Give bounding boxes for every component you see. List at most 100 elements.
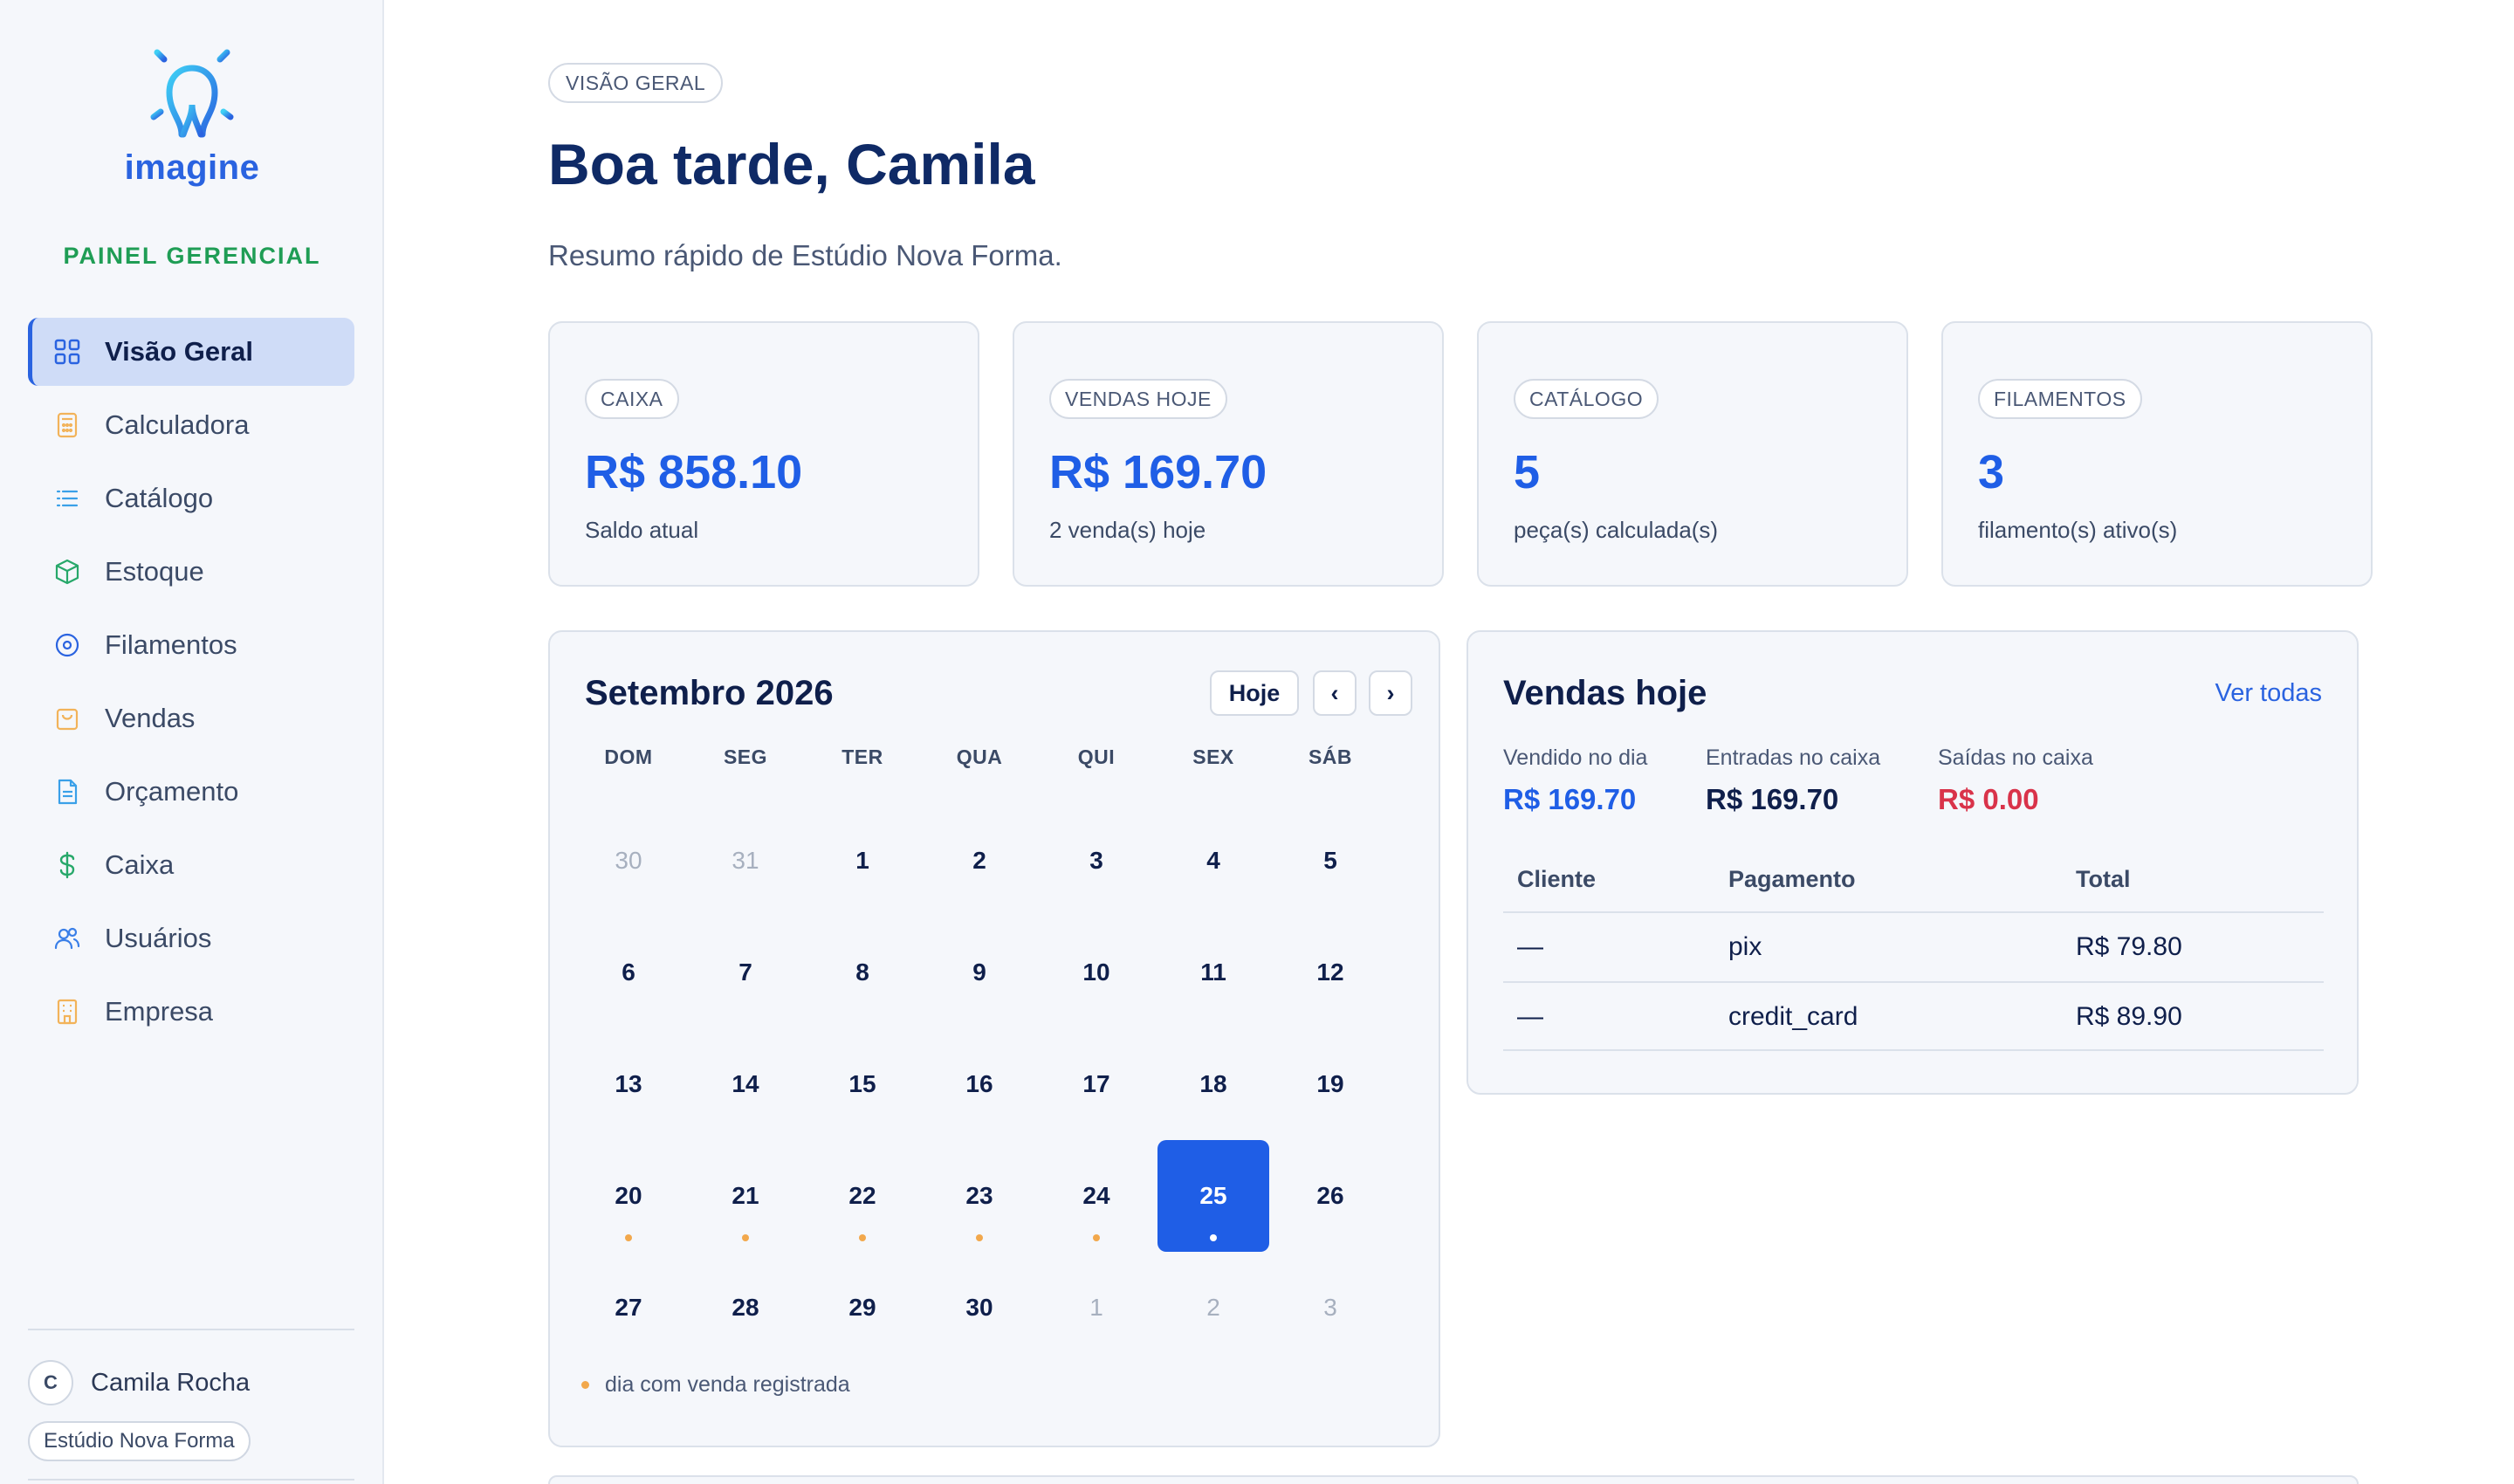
sidebar-item-label: Orçamento xyxy=(105,776,239,807)
user-profile[interactable]: C Camila Rocha xyxy=(28,1360,250,1405)
user-name: Camila Rocha xyxy=(91,1368,251,1397)
stat-chip: CATÁLOGO xyxy=(1514,379,1659,419)
sidebar-bottom-edge xyxy=(28,1479,354,1481)
brand-logo[interactable]: imagine xyxy=(0,31,384,188)
calendar-day[interactable]: 15 xyxy=(807,1028,918,1140)
calendar-day-today[interactable]: 25 xyxy=(1157,1140,1269,1252)
day-number: 26 xyxy=(1316,1182,1344,1209)
day-number: 4 xyxy=(1206,847,1220,874)
weekday-header: QUA xyxy=(956,745,1003,768)
day-number: 18 xyxy=(1199,1070,1227,1097)
sidebar-item-visao-geral[interactable]: Visão Geral xyxy=(28,318,354,386)
column-header-cliente: Cliente xyxy=(1517,866,1597,892)
calendar-day[interactable]: 5 xyxy=(1274,805,1386,917)
sale-dot-icon xyxy=(859,1234,866,1241)
table-row[interactable]: — credit_card R$ 89.90 xyxy=(1503,981,2324,1049)
sale-dot-icon xyxy=(625,1234,632,1241)
kpi-value: R$ 169.70 xyxy=(1503,783,1637,815)
calendar-day[interactable]: 2 xyxy=(1157,1252,1269,1364)
next-month-button[interactable]: › xyxy=(1369,670,1412,716)
sidebar-item-usuarios[interactable]: Usuários xyxy=(28,904,354,972)
page-title: Boa tarde, Camila xyxy=(548,132,1035,196)
sidebar-item-label: Usuários xyxy=(105,923,212,953)
sales-today-title: Vendas hoje xyxy=(1503,674,1707,712)
calendar-day[interactable]: 9 xyxy=(924,917,1035,1028)
sale-dot-icon xyxy=(1210,1234,1217,1241)
calendar-day[interactable]: 23 xyxy=(924,1140,1035,1252)
stat-description: peça(s) calculada(s) xyxy=(1514,517,1719,543)
next-card-edge xyxy=(548,1475,2359,1484)
see-all-link[interactable]: Ver todas xyxy=(2215,679,2322,708)
calendar-day[interactable]: 22 xyxy=(807,1140,918,1252)
column-header-pagamento: Pagamento xyxy=(1728,866,1856,892)
calendar-day[interactable]: 3 xyxy=(1041,805,1152,917)
calendar-day[interactable]: 7 xyxy=(690,917,801,1028)
calendar-day[interactable]: 10 xyxy=(1041,917,1152,1028)
sale-dot-icon xyxy=(742,1234,749,1241)
calendar-day[interactable]: 21 xyxy=(690,1140,801,1252)
sidebar-item-label: Caixa xyxy=(105,849,175,880)
table-row[interactable]: — pix R$ 79.80 xyxy=(1503,911,2324,979)
sidebar-item-catalogo[interactable]: Catálogo xyxy=(28,464,354,532)
kpi-value: R$ 0.00 xyxy=(1938,783,2039,815)
calendar-day[interactable]: 31 xyxy=(690,805,801,917)
calendar-day[interactable]: 20 xyxy=(573,1140,684,1252)
calendar-day[interactable]: 30 xyxy=(924,1252,1035,1364)
calendar-day[interactable]: 30 xyxy=(573,805,684,917)
prev-month-button[interactable]: ‹ xyxy=(1313,670,1357,716)
sidebar-item-label: Empresa xyxy=(105,996,214,1027)
sidebar-item-empresa[interactable]: Empresa xyxy=(28,978,354,1046)
calendar-day[interactable]: 1 xyxy=(1041,1252,1152,1364)
kpi-value: R$ 169.70 xyxy=(1706,783,1839,815)
calendar-day[interactable]: 18 xyxy=(1157,1028,1269,1140)
cell-cliente: — xyxy=(1517,1002,1543,1031)
calendar-day[interactable]: 13 xyxy=(573,1028,684,1140)
building-icon xyxy=(52,997,82,1027)
calculator-icon xyxy=(52,410,82,440)
calendar-day[interactable]: 16 xyxy=(924,1028,1035,1140)
page-subtitle: Resumo rápido de Estúdio Nova Forma. xyxy=(548,239,1062,271)
calendar-day[interactable]: 3 xyxy=(1274,1252,1386,1364)
calendar-day[interactable]: 4 xyxy=(1157,805,1269,917)
calendar-day[interactable]: 28 xyxy=(690,1252,801,1364)
sidebar-item-caixa[interactable]: Caixa xyxy=(28,831,354,899)
day-number: 27 xyxy=(615,1294,642,1321)
sidebar-item-filamentos[interactable]: Filamentos xyxy=(28,611,354,679)
weekday-header: SEX xyxy=(1192,745,1234,768)
calendar-day[interactable]: 29 xyxy=(807,1252,918,1364)
calendar-day[interactable]: 8 xyxy=(807,917,918,1028)
stat-chip: VENDAS HOJE xyxy=(1049,379,1227,419)
stat-chip: FILAMENTOS xyxy=(1978,379,2142,419)
box-icon xyxy=(52,557,82,587)
kpi-sold-today: Vendido no dia R$ 169.70 xyxy=(1503,745,1647,816)
calendar-day[interactable]: 26 xyxy=(1274,1140,1386,1252)
calendar-day[interactable]: 11 xyxy=(1157,917,1269,1028)
day-number: 9 xyxy=(972,958,986,986)
sidebar-item-orcamento[interactable]: Orçamento xyxy=(28,758,354,826)
calendar-day[interactable]: 19 xyxy=(1274,1028,1386,1140)
calendar-day[interactable]: 12 xyxy=(1274,917,1386,1028)
company-badge: Estúdio Nova Forma xyxy=(28,1421,251,1461)
calendar-day[interactable]: 24 xyxy=(1041,1140,1152,1252)
calendar-day[interactable]: 17 xyxy=(1041,1028,1152,1140)
sale-dot-icon xyxy=(976,1234,983,1241)
day-number: 5 xyxy=(1323,847,1337,874)
calendar-day[interactable]: 1 xyxy=(807,805,918,917)
today-button[interactable]: Hoje xyxy=(1210,670,1299,716)
day-number: 11 xyxy=(1200,958,1226,986)
sidebar-item-label: Filamentos xyxy=(105,629,237,660)
kpi-cash-in: Entradas no caixa R$ 169.70 xyxy=(1706,745,1880,816)
calendar-day[interactable]: 6 xyxy=(573,917,684,1028)
kpi-label: Entradas no caixa xyxy=(1706,745,1881,770)
sidebar-item-label: Calculadora xyxy=(105,409,250,440)
legend-text: dia com venda registrada xyxy=(605,1372,850,1397)
sidebar-item-estoque[interactable]: Estoque xyxy=(28,538,354,606)
sidebar-divider xyxy=(28,1329,354,1330)
calendar-day[interactable]: 27 xyxy=(573,1252,684,1364)
calendar-day[interactable]: 2 xyxy=(924,805,1035,917)
stat-card-filamentos: FILAMENTOS 3 filamento(s) ativo(s) xyxy=(1941,321,2373,587)
calendar-day[interactable]: 14 xyxy=(690,1028,801,1140)
stat-value: R$ 169.70 xyxy=(1049,446,1267,498)
sidebar-item-vendas[interactable]: Vendas xyxy=(28,684,354,752)
sidebar-item-calculadora[interactable]: Calculadora xyxy=(28,391,354,459)
